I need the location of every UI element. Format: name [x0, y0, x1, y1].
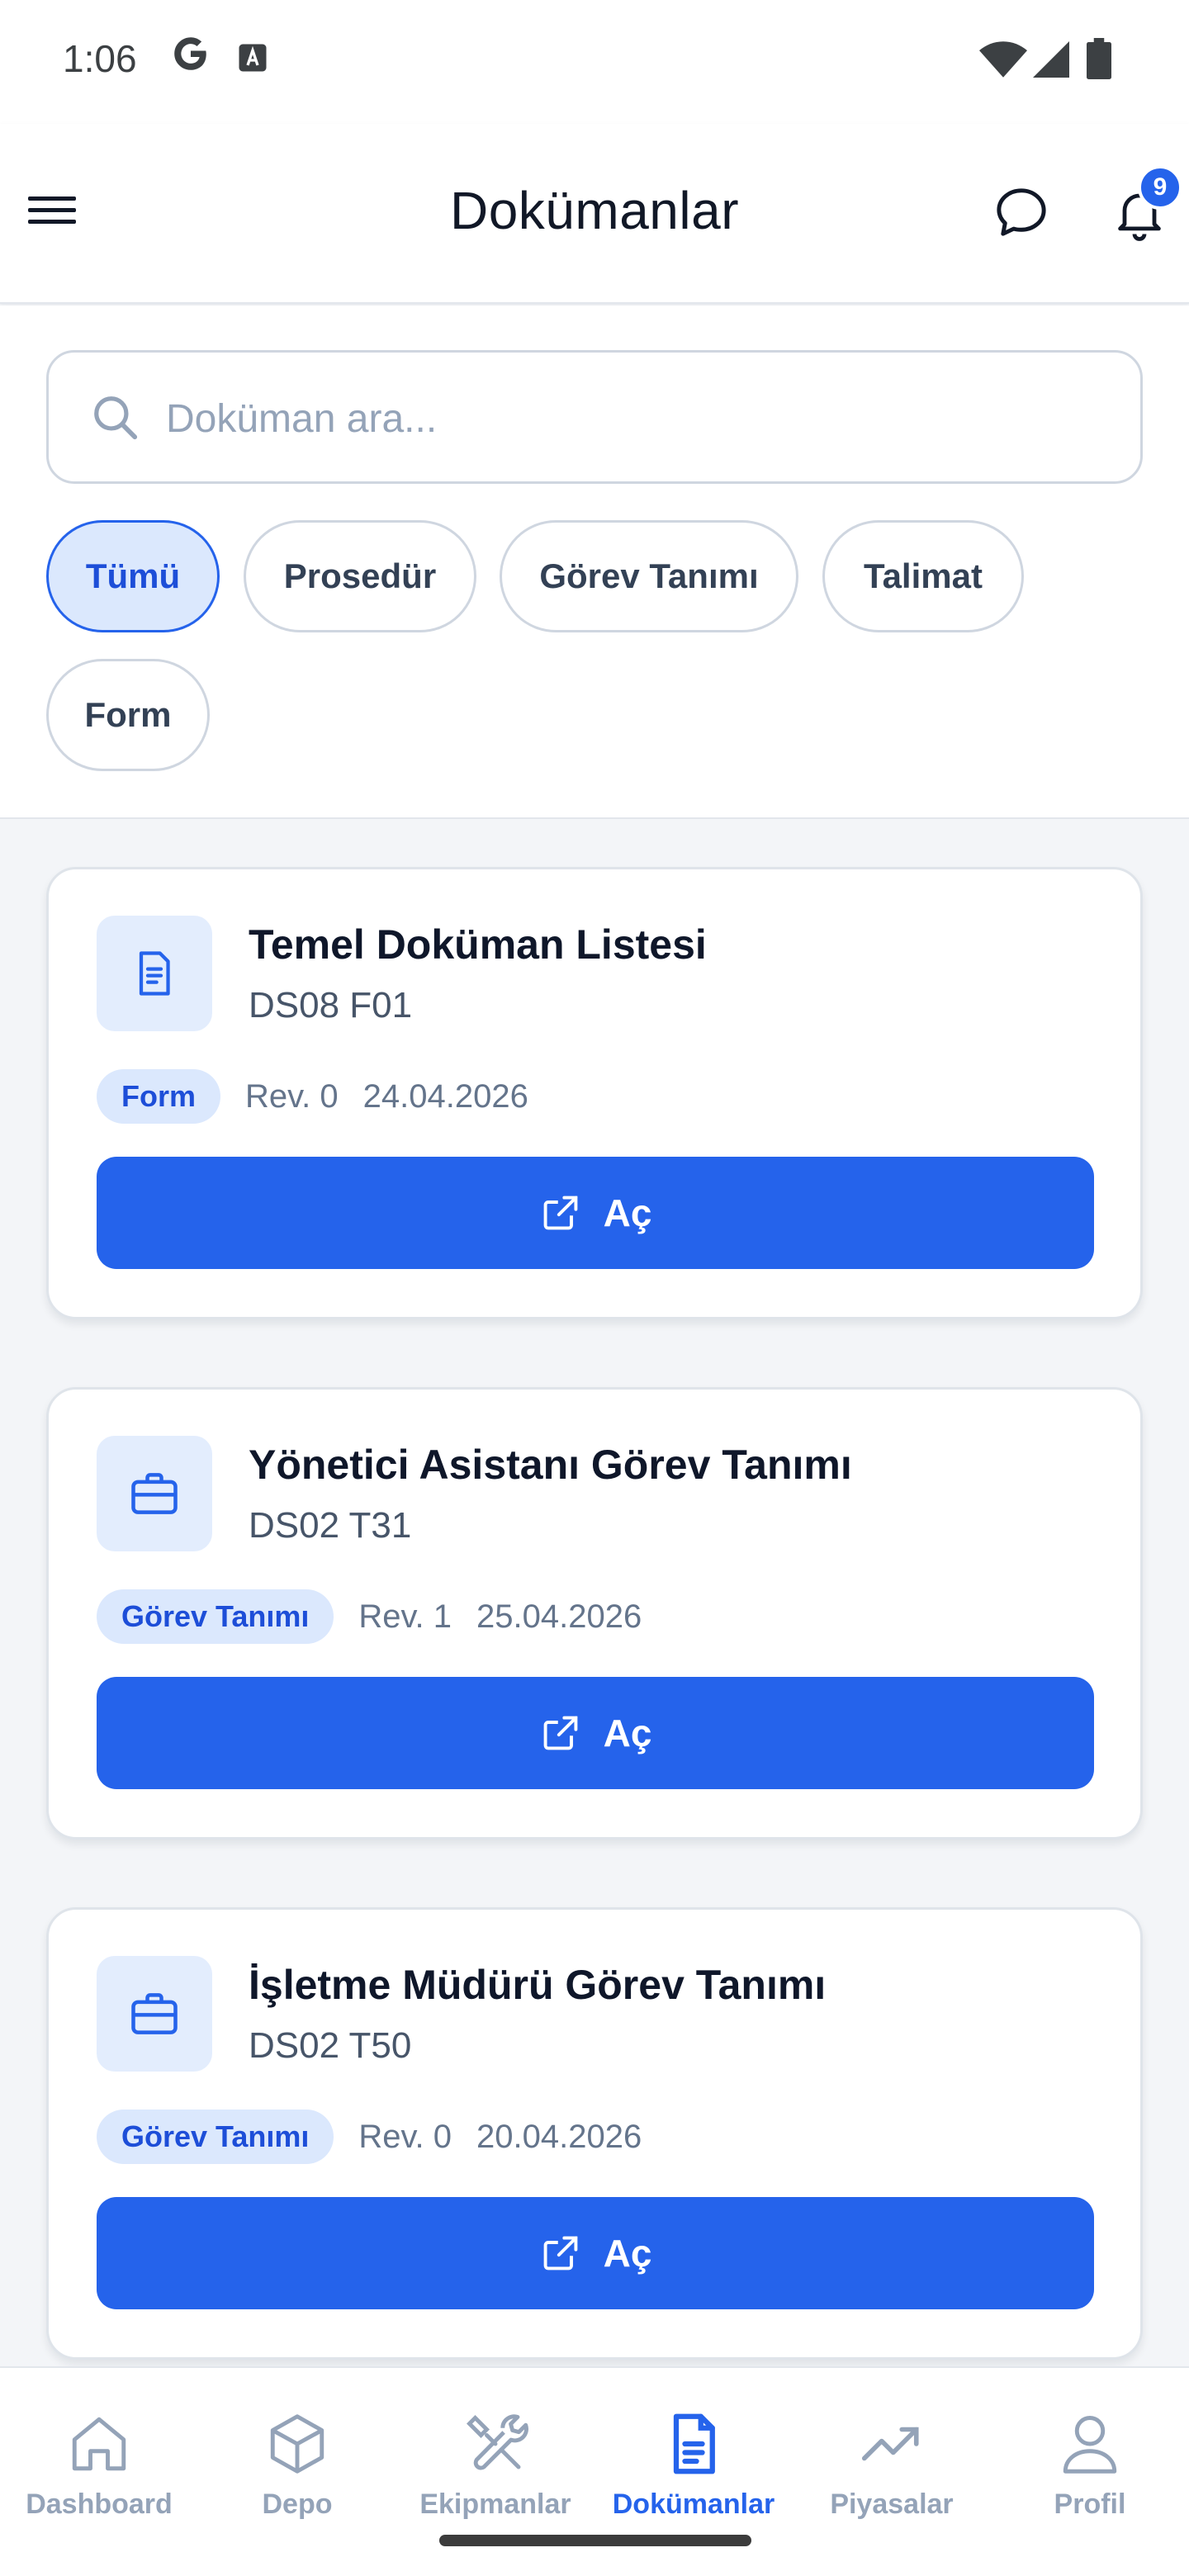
document-revision: Rev. 1 — [358, 1598, 452, 1635]
user-icon — [1063, 2416, 1117, 2474]
document-date: 25.04.2026 — [476, 1598, 642, 1635]
document-code: DS02 T50 — [249, 2025, 412, 2066]
filter-chip-prosedur[interactable]: Prosedür — [244, 520, 476, 632]
battery-icon — [1087, 38, 1111, 79]
document-revision: Rev. 0 — [245, 1077, 339, 1115]
document-icon — [139, 951, 170, 996]
nav-item-profil[interactable]: Profil — [991, 2368, 1189, 2533]
open-document-button[interactable]: Aç — [97, 1677, 1094, 1789]
document-type-badge: Görev Tanımı — [97, 1589, 334, 1644]
document-type-badge: Form — [97, 1069, 220, 1124]
external-link-icon — [543, 2236, 577, 2271]
search-box[interactable] — [46, 350, 1143, 484]
filter-chip-label: Görev Tanımı — [539, 556, 759, 595]
nav-item-depo[interactable]: Depo — [198, 2368, 396, 2533]
document-icon-tile — [97, 1956, 212, 2072]
nav-label: Dashboard — [26, 2488, 173, 2520]
nav-item-piyasalar[interactable]: Piyasalar — [793, 2368, 991, 2533]
open-document-button[interactable]: Aç — [97, 2197, 1094, 2309]
filter-panel: Tümü Prosedür Görev Tanımı Talimat Form — [0, 305, 1189, 819]
document-date: 24.04.2026 — [362, 1077, 528, 1115]
briefcase-icon — [131, 1473, 178, 1514]
status-time: 1:06 — [63, 37, 137, 80]
accessibility-a-icon — [239, 44, 267, 72]
notification-badge: 9 — [1138, 165, 1182, 210]
cell-signal-icon — [1033, 41, 1069, 78]
nav-label: Depo — [262, 2488, 333, 2520]
filter-chip-gorev-tanimi[interactable]: Görev Tanımı — [500, 520, 798, 632]
nav-item-ekipmanlar[interactable]: Ekipmanlar — [396, 2368, 594, 2533]
filter-chip-tumu[interactable]: Tümü — [46, 520, 220, 632]
document-type-badge: Görev Tanımı — [97, 2110, 334, 2164]
document-revision: Rev. 0 — [358, 2118, 452, 2155]
home-indicator[interactable] — [439, 2535, 751, 2546]
nav-item-dokumanlar[interactable]: Dokümanlar — [594, 2368, 793, 2533]
document-code: DS02 T31 — [249, 1505, 412, 1546]
status-bar: 1:06 — [0, 0, 1189, 124]
external-link-icon — [543, 1196, 577, 1230]
nav-label: Piyasalar — [830, 2488, 954, 2520]
document-title: Yönetici Asistanı Görev Tanımı — [249, 1442, 852, 1488]
filter-chip-label: Form — [84, 695, 172, 734]
document-card: İşletme Müdürü Görev Tanımı DS02 T50 Gör… — [46, 1907, 1143, 2360]
filter-chip-label: Tümü — [85, 556, 181, 595]
document-date: 20.04.2026 — [476, 2118, 642, 2155]
tools-icon — [467, 2414, 528, 2470]
open-button-label: Aç — [603, 1191, 652, 1234]
home-icon — [72, 2417, 126, 2471]
search-icon — [94, 396, 138, 440]
open-button-label: Aç — [603, 2232, 652, 2275]
document-title: Temel Doküman Listesi — [249, 921, 707, 968]
document-card: Yönetici Asistanı Görev Tanımı DS02 T31 … — [46, 1387, 1143, 1840]
chat-bubble-icon[interactable] — [991, 182, 1052, 243]
google-g-icon — [174, 37, 206, 70]
document-meta: Görev Tanımı Rev. 0 20.04.2026 — [97, 2108, 642, 2166]
filter-chip-label: Prosedür — [283, 556, 437, 595]
nav-item-dashboard[interactable]: Dashboard — [0, 2368, 198, 2533]
document-title: İşletme Müdürü Görev Tanımı — [249, 1962, 827, 2008]
nav-label: Ekipmanlar — [419, 2488, 571, 2520]
nav-label: Dokümanlar — [612, 2488, 775, 2520]
open-button-label: Aç — [603, 1712, 652, 1754]
filter-chip-form[interactable]: Form — [46, 659, 210, 771]
cube-icon — [270, 2414, 324, 2474]
app-header: Dokümanlar — [0, 124, 1189, 304]
briefcase-icon — [131, 1993, 178, 2034]
nav-label: Profil — [1054, 2488, 1126, 2520]
document-code: DS08 F01 — [249, 985, 413, 1025]
filter-chip-label: Talimat — [864, 556, 983, 595]
open-document-button[interactable]: Aç — [97, 1157, 1094, 1269]
filter-chip-talimat[interactable]: Talimat — [822, 520, 1024, 632]
document-icon-tile — [97, 916, 212, 1031]
wifi-icon — [979, 41, 1027, 78]
search-input[interactable] — [166, 386, 1107, 452]
external-link-icon — [543, 1716, 577, 1750]
document-card: Temel Doküman Listesi DS08 F01 Form Rev.… — [46, 867, 1143, 1319]
document-icon-tile — [97, 1436, 212, 1551]
document-meta: Form Rev. 0 24.04.2026 — [97, 1068, 528, 1125]
document-icon — [673, 2413, 715, 2474]
trending-up-icon — [861, 2427, 919, 2461]
document-meta: Görev Tanımı Rev. 1 25.04.2026 — [97, 1588, 642, 1646]
